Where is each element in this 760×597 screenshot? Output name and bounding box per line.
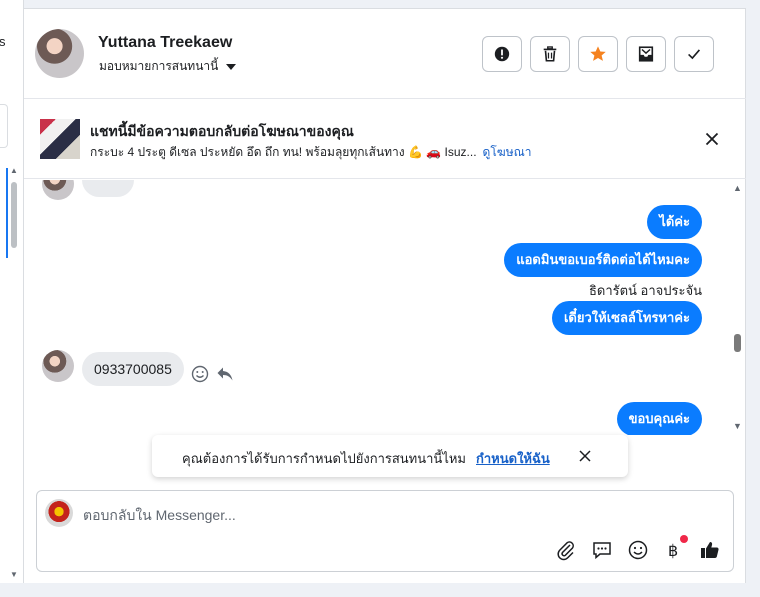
scroll-down-arrow-icon[interactable]: ▼: [733, 421, 742, 431]
contact-avatar-small: [42, 180, 74, 200]
delete-button[interactable]: [530, 36, 570, 72]
message-bubble-outgoing: เดี๋ยวให้เซลล์โทรหาค่ะ: [551, 301, 702, 335]
message-thread-scrollbar[interactable]: [734, 334, 741, 352]
close-icon[interactable]: [702, 129, 722, 149]
message-bubble-outgoing: แอดมินขอเบอร์ติดต่อได้ไหมคะ: [504, 243, 702, 277]
message-bubble-outgoing: ได้ค่ะ: [647, 205, 702, 239]
conversation-list-edge: s ▲ ▼: [0, 0, 24, 583]
ad-banner-subtitle: กระบะ 4 ประตู ดีเซล ประหยัด อึด ถึก ทน! …: [90, 143, 531, 162]
message-thread: ได้ค่ะ แอดมินขอเบอร์ติดต่อได้ไหมคะ ธิดาร…: [24, 180, 746, 435]
ad-thumbnail[interactable]: [40, 119, 80, 159]
notification-dot: [680, 535, 688, 543]
paperclip-icon[interactable]: [555, 539, 577, 561]
trash-icon: [543, 46, 557, 62]
scroll-down-arrow-icon[interactable]: ▼: [10, 570, 18, 579]
selected-conversation-indicator: [6, 168, 8, 258]
star-icon: [590, 46, 606, 61]
mark-spam-button[interactable]: [482, 36, 522, 72]
saved-reply-icon[interactable]: [591, 539, 613, 561]
archive-icon: [638, 46, 654, 62]
page-avatar: [45, 499, 73, 527]
ad-description: กระบะ 4 ประตู ดีเซล ประหยัด อึด ถึก ทน! …: [90, 145, 477, 159]
assign-to-me-link[interactable]: กำหนดให้ฉัน: [476, 448, 550, 469]
message-sender-name: ธิดารัตน์ อาจประจัน: [588, 283, 702, 298]
view-ad-link[interactable]: ดูโฆษณา: [483, 145, 532, 159]
conversation-header: Yuttana Treekaew มอบหมายการสนทนานี้: [24, 9, 746, 99]
contact-name[interactable]: Yuttana Treekaew: [98, 34, 232, 52]
assign-conversation-dropdown[interactable]: มอบหมายการสนทนานี้: [99, 57, 237, 76]
assign-label: มอบหมายการสนทนานี้: [99, 59, 219, 73]
caret-down-icon: [226, 63, 237, 70]
avatar[interactable]: [35, 29, 84, 78]
move-to-done-inbox-button[interactable]: [626, 36, 666, 72]
assign-prompt-text: คุณต้องการได้รับการกำหนดไปยังการสนทนานี้…: [182, 451, 466, 466]
ad-banner-title: แชทนี้มีข้อความตอบกลับต่อโฆษณาของคุณ: [90, 123, 354, 139]
assign-to-me-prompt: คุณต้องการได้รับการกำหนดไปยังการสนทนานี้…: [152, 435, 628, 477]
left-text-fragment: s: [0, 34, 6, 49]
conversation-list-scrollbar[interactable]: [11, 182, 17, 248]
left-panel-box[interactable]: [0, 104, 8, 148]
alert-icon: [494, 46, 510, 62]
ad-reply-banner: แชทนี้มีข้อความตอบกลับต่อโฆษณาของคุณ กระ…: [24, 99, 746, 179]
contact-avatar-small: [42, 350, 74, 382]
scroll-up-arrow-icon[interactable]: ▲: [733, 183, 742, 193]
react-emoji-icon[interactable]: [190, 364, 210, 384]
close-icon[interactable]: [577, 448, 593, 464]
thumbs-up-icon[interactable]: [699, 539, 721, 561]
message-composer: ฿: [36, 490, 734, 572]
message-bubble-incoming: 0933700085: [82, 352, 184, 386]
reply-icon[interactable]: [215, 364, 235, 384]
scroll-up-arrow-icon[interactable]: ▲: [10, 166, 18, 175]
conversation-panel: Yuttana Treekaew มอบหมายการสนทนานี้ แชทน…: [24, 8, 746, 583]
message-bubble-incoming: [82, 180, 134, 197]
svg-text:฿: ฿: [668, 541, 678, 560]
check-icon: [688, 49, 701, 60]
follow-up-button[interactable]: [578, 36, 618, 72]
mark-done-button[interactable]: [674, 36, 714, 72]
emoji-icon[interactable]: [627, 539, 649, 561]
reply-input[interactable]: [83, 505, 683, 525]
message-bubble-outgoing: ขอบคุณค่ะ: [616, 402, 702, 435]
